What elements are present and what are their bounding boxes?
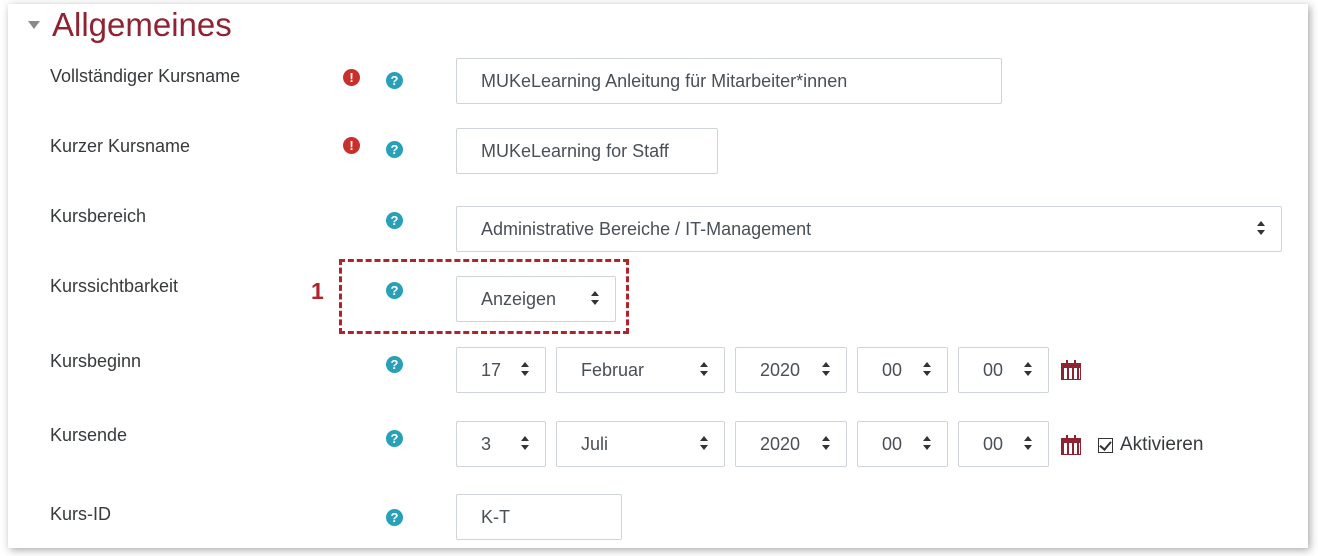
enddate-day-value: 3 — [481, 434, 492, 454]
select-arrows-icon — [521, 362, 529, 378]
help-icon[interactable]: ? — [386, 212, 403, 229]
enddate-minute-value: 00 — [983, 434, 1004, 454]
annotation-highlight-box — [339, 259, 629, 334]
select-arrows-icon — [1257, 221, 1265, 237]
startdate-month-value: Februar — [581, 360, 645, 380]
select-arrows-icon — [822, 362, 830, 378]
calendar-icon[interactable] — [1061, 360, 1081, 380]
startdate-day-value: 17 — [481, 360, 502, 380]
startdate-hour-select[interactable]: 00 — [857, 347, 948, 393]
label-category: Kursbereich — [50, 206, 147, 226]
help-icon[interactable]: ? — [386, 509, 403, 526]
select-arrows-icon — [700, 436, 708, 452]
section-title: Allgemeines — [52, 6, 232, 43]
collapse-triangle-icon[interactable] — [28, 21, 40, 29]
idnumber-input[interactable]: K-T — [456, 494, 622, 540]
enddate-month-select[interactable]: Juli — [556, 421, 725, 467]
startdate-minute-select[interactable]: 00 — [958, 347, 1049, 393]
section-header[interactable]: Allgemeines — [28, 6, 232, 44]
shortname-input[interactable]: MUKeLearning for Staff — [456, 128, 718, 174]
category-select-value: Administrative Bereiche / IT-Management — [481, 219, 812, 239]
select-arrows-icon — [700, 362, 708, 378]
required-icon: ! — [343, 69, 360, 86]
label-fullname: Vollständiger Kursname — [50, 66, 241, 86]
help-icon[interactable]: ? — [386, 356, 403, 373]
select-arrows-icon — [1024, 362, 1032, 378]
label-enddate: Kursende — [50, 425, 128, 445]
select-arrows-icon — [521, 436, 529, 452]
label-shortname: Kurzer Kursname — [50, 136, 191, 156]
calendar-icon[interactable] — [1061, 435, 1081, 455]
label-visibility: Kurssichtbarkeit — [50, 276, 179, 296]
required-icon: ! — [343, 137, 360, 154]
enddate-enable-label[interactable]: Aktivieren — [1120, 434, 1203, 456]
enddate-hour-select[interactable]: 00 — [857, 421, 948, 467]
help-icon[interactable]: ? — [386, 430, 403, 447]
select-arrows-icon — [822, 436, 830, 452]
startdate-hour-value: 00 — [882, 360, 903, 380]
fullname-input[interactable]: MUKeLearning Anleitung für Mitarbeiter*i… — [456, 58, 1002, 104]
select-arrows-icon — [1024, 436, 1032, 452]
enddate-minute-select[interactable]: 00 — [958, 421, 1049, 467]
annotation-number: 1 — [311, 278, 324, 304]
select-arrows-icon — [923, 362, 931, 378]
startdate-month-select[interactable]: Februar — [556, 347, 725, 393]
help-icon[interactable]: ? — [386, 141, 403, 158]
enddate-enable-checkbox[interactable] — [1098, 438, 1113, 453]
category-select[interactable]: Administrative Bereiche / IT-Management — [456, 206, 1282, 252]
label-idnumber: Kurs-ID — [50, 504, 112, 524]
startdate-day-select[interactable]: 17 — [456, 347, 546, 393]
enddate-day-select[interactable]: 3 — [456, 421, 546, 467]
help-icon[interactable]: ? — [386, 72, 403, 89]
startdate-year-value: 2020 — [760, 360, 801, 380]
startdate-minute-value: 00 — [983, 360, 1004, 380]
enddate-hour-value: 00 — [882, 434, 903, 454]
enddate-year-select[interactable]: 2020 — [735, 421, 847, 467]
label-startdate: Kursbeginn — [50, 351, 142, 371]
select-arrows-icon — [923, 436, 931, 452]
enddate-month-value: Juli — [581, 434, 609, 454]
enddate-year-value: 2020 — [760, 434, 801, 454]
startdate-year-select[interactable]: 2020 — [735, 347, 847, 393]
